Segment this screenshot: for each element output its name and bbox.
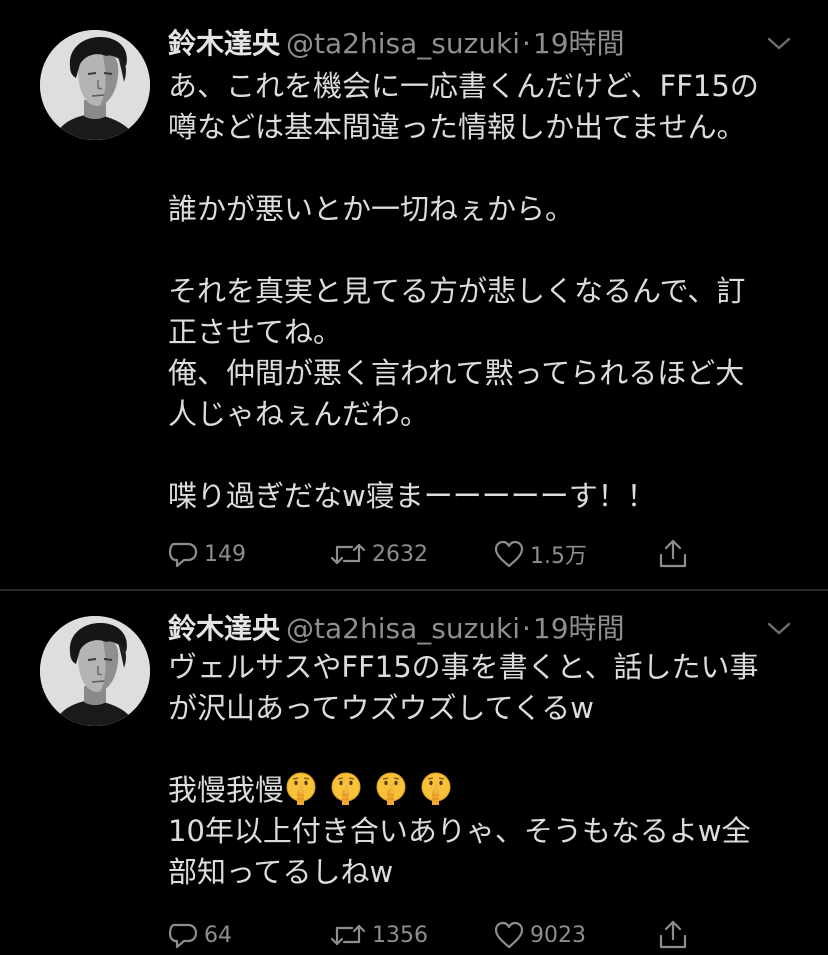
tweet-text-segment: 我慢我慢 — [168, 773, 285, 807]
tweet-actions: 149 2632 1.5万 — [166, 534, 706, 574]
tweet-header: 鈴木達央 @ta2hisa_suzuki·19時間 — [168, 24, 625, 64]
tweet-text-line — [168, 729, 798, 770]
tweet-text: あ、これを機会に一応書くんだけど、FF15の 噂などは基本間違った情報しか出てま… — [168, 66, 798, 517]
share-icon — [659, 539, 687, 568]
author-name[interactable]: 鈴木達央 — [168, 27, 280, 60]
separator-dot: · — [522, 27, 531, 60]
like-button[interactable]: 9023 — [492, 915, 586, 955]
retweet-count: 2632 — [372, 541, 428, 567]
author-name[interactable]: 鈴木達央 — [168, 612, 280, 645]
separator-dot: · — [522, 612, 531, 645]
tweet-text-line — [168, 230, 798, 271]
tweet-text-line: 人じゃねぇんだわ。 — [168, 397, 430, 431]
tweet-text-line: あ、これを機会に一応書くんだけど、FF15の — [168, 69, 759, 103]
avatar[interactable] — [40, 616, 150, 726]
timestamp[interactable]: 19時間 — [533, 612, 625, 645]
shushing-face-emoji — [329, 771, 363, 805]
retweet-icon — [330, 543, 366, 565]
share-button[interactable] — [656, 534, 690, 574]
shushing-face-emoji — [374, 771, 408, 805]
like-button[interactable]: 1.5万 — [492, 534, 587, 574]
tweet-text-line: 噂などは基本間違った情報しか出てません。 — [168, 110, 746, 144]
tweet-text-line: が沢山あってウズウズしてくるw — [168, 691, 594, 725]
author-handle[interactable]: @ta2hisa_suzuki — [286, 27, 520, 60]
tweet-text-line — [168, 148, 798, 189]
tweet-text-line-with-emoji: 我慢我慢 — [168, 770, 798, 811]
tweet-text-line: 誰かが悪いとか一切ねぇから。 — [168, 192, 575, 226]
tweet[interactable]: 鈴木達央 @ta2hisa_suzuki·19時間 あ、これを機会に一応書くんだけ… — [0, 0, 828, 590]
shushing-face-emoji — [419, 771, 453, 805]
tweet-actions: 64 1356 9023 — [166, 915, 706, 955]
like-count: 9023 — [530, 922, 586, 948]
tweet-header: 鈴木達央 @ta2hisa_suzuki·19時間 — [168, 609, 625, 649]
share-button[interactable] — [656, 915, 690, 955]
tweet-text-line: それを真実と見てる方が悲しくなるんで、訂 — [168, 274, 746, 308]
tweet-text-line — [168, 435, 798, 476]
chevron-down-icon[interactable] — [766, 619, 792, 639]
reply-count: 149 — [204, 541, 246, 567]
tweet-text-line: 俺、仲間が悪く言われて黙ってられるほど大 — [168, 356, 745, 390]
chevron-down-icon[interactable] — [766, 34, 792, 54]
tweet-text-line: 喋り過ぎだなw寝まーーーーーす！！ — [168, 479, 656, 513]
tweet-text-line: 10年以上付き合いありゃ、そうもなるよw全 — [168, 814, 751, 848]
tweet-text-line: 正させてね。 — [168, 315, 343, 349]
retweet-button[interactable]: 1356 — [328, 915, 428, 955]
avatar[interactable] — [40, 30, 150, 140]
shushing-face-emoji — [284, 771, 318, 805]
reply-count: 64 — [204, 922, 232, 948]
tweet[interactable]: 鈴木達央 @ta2hisa_suzuki·19時間 ヴェルサスやFF15の事を書く… — [0, 591, 828, 949]
timestamp[interactable]: 19時間 — [533, 27, 625, 60]
tweet-text-line: 部知ってるしねw — [168, 855, 394, 889]
author-handle[interactable]: @ta2hisa_suzuki — [286, 612, 520, 645]
retweet-count: 1356 — [372, 922, 428, 948]
reply-button[interactable]: 149 — [166, 534, 246, 574]
retweet-button[interactable]: 2632 — [328, 534, 428, 574]
reply-icon — [168, 542, 198, 568]
heart-icon — [494, 540, 524, 568]
tweet-text-line: ヴェルサスやFF15の事を書くと、話したい事 — [168, 650, 759, 684]
reply-button[interactable]: 64 — [166, 915, 232, 955]
tweet-text: ヴェルサスやFF15の事を書くと、話したい事 が沢山あってウズウズしてくるw 我… — [168, 647, 798, 893]
like-count: 1.5万 — [530, 544, 587, 569]
